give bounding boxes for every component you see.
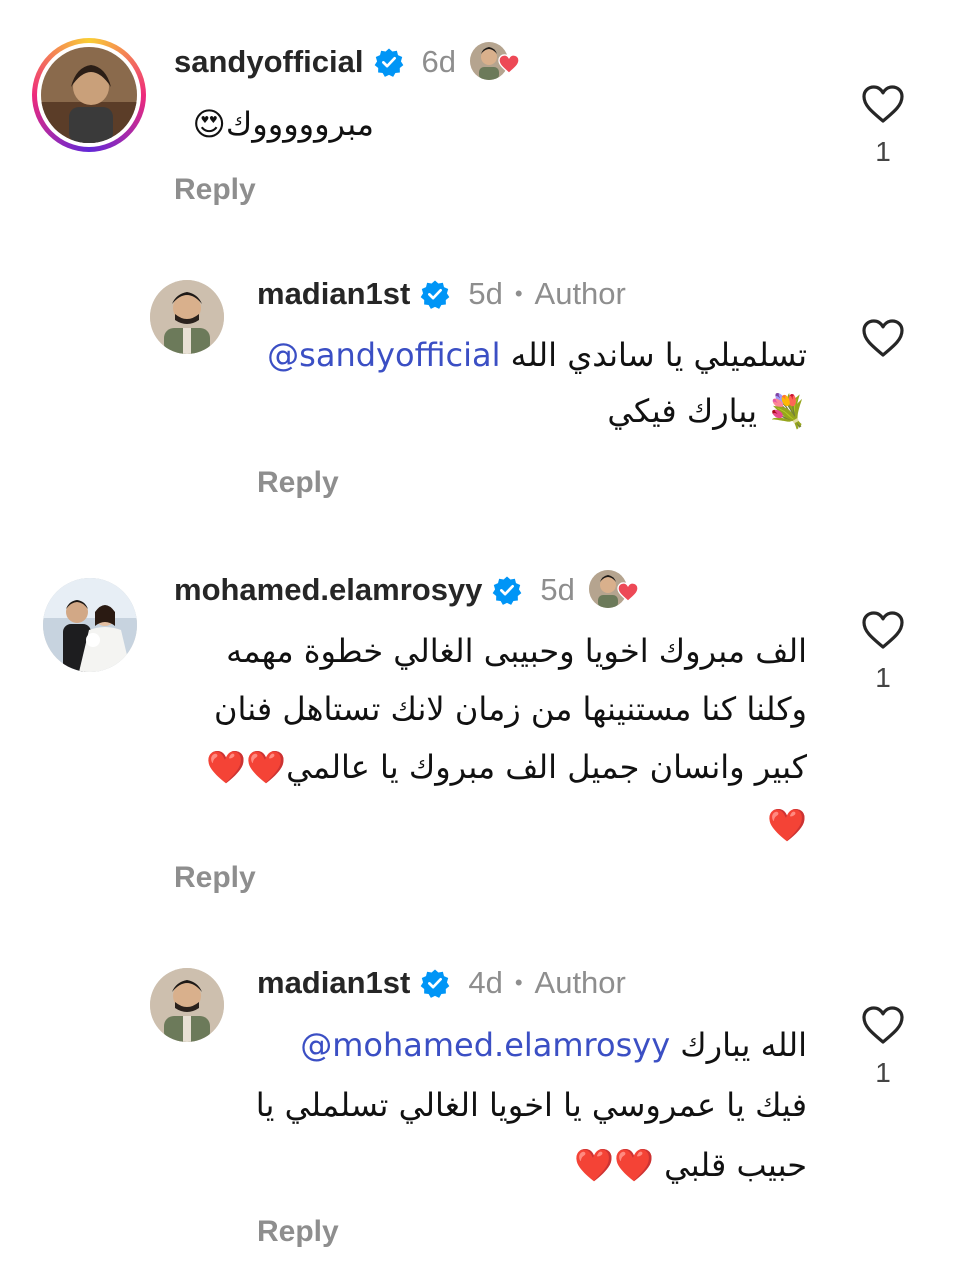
heart-outline-icon[interactable]: [861, 1005, 905, 1045]
comment-text: الله يبارك @mohamed.elamrosyy فيك يا عمر…: [247, 1015, 807, 1195]
comment-time: 4d: [468, 965, 503, 1000]
comment-username[interactable]: sandyofficial: [174, 42, 364, 82]
separator-dot: •: [514, 281, 523, 306]
comment-sandyofficial: sandyofficial 6d مبروووووك😍 Reply 1: [0, 0, 957, 230]
comment-text: الف مبروك اخويا وحبيبى الغالي خطوة مهمه …: [206, 622, 807, 854]
reply-button[interactable]: Reply: [174, 170, 256, 210]
author-liked-badge: [469, 42, 520, 82]
reply-button[interactable]: Reply: [174, 858, 256, 898]
mention-link[interactable]: @sandyofficial: [267, 336, 500, 374]
author-label: Author: [534, 276, 626, 311]
comment-line: حبيب قلبي ❤️❤️: [574, 1146, 807, 1184]
avatar[interactable]: [43, 578, 137, 672]
comment-line: فيك يا عمروسي يا اخويا الغالي تسلملي يا: [255, 1086, 807, 1124]
comment-reply-madian1st: madian1st 5d • Author تسلميلي يا ساندي ا…: [0, 240, 957, 530]
verified-badge-icon: [421, 280, 450, 309]
avatar[interactable]: [150, 968, 224, 1042]
heart-outline-icon[interactable]: [861, 610, 905, 650]
author-label: Author: [534, 965, 626, 1000]
author-liked-heart-icon: [617, 582, 639, 602]
comment-line: الله يبارك @mohamed.elamrosyy: [247, 1015, 807, 1075]
verified-badge-icon: [493, 576, 522, 605]
comment-reply-madian1st: madian1st 4d • Author الله يبارك @mohame…: [0, 930, 957, 1280]
comment-text: تسلميلي يا ساندي الله @sandyofficial 💐 ي…: [247, 327, 807, 439]
verified-badge-icon: [421, 969, 450, 998]
heart-outline-icon[interactable]: [861, 318, 905, 358]
verified-badge-icon: [374, 48, 403, 77]
like-count: 1: [875, 1057, 891, 1088]
comment-line: وكلنا كنا مستنينها من زمان لانك تستاهل ف…: [214, 690, 807, 728]
comment-line-text: تسلميلي يا ساندي الله: [510, 336, 807, 374]
author-liked-heart-icon: [498, 54, 520, 74]
mention-link[interactable]: @mohamed.elamrosyy: [300, 1026, 670, 1064]
reply-button[interactable]: Reply: [257, 463, 339, 503]
comment-time: 6d: [421, 44, 456, 79]
comment-line: تسلميلي يا ساندي الله @sandyofficial: [247, 327, 807, 383]
avatar[interactable]: [150, 280, 224, 354]
comment-line: كبير وانسان جميل الف مبروك يا عالمي❤️❤️: [206, 748, 807, 786]
comment-line: 💐 يبارك فيكي: [607, 392, 807, 430]
comment-line: ❤️: [767, 806, 807, 844]
separator-dot: •: [514, 970, 523, 995]
comment-time: 5d: [540, 572, 575, 607]
comment-text: مبروووووك😍: [14, 96, 374, 152]
like-count: 1: [875, 662, 891, 693]
comment-username[interactable]: madian1st: [257, 274, 410, 314]
comment-username[interactable]: mohamed.elamrosyy: [174, 570, 482, 610]
reply-button[interactable]: Reply: [257, 1212, 339, 1252]
author-liked-badge: [588, 570, 639, 610]
heart-outline-icon[interactable]: [861, 84, 905, 124]
comment-line: الف مبروك اخويا وحبيبى الغالي خطوة مهمه: [226, 632, 807, 670]
comment-line: مبروووووك😍: [192, 105, 374, 143]
comment-time: 5d: [468, 276, 503, 311]
comment-mohamed-elamrosyy: mohamed.elamrosyy 5d الف مبروك اخويا وحب…: [0, 540, 957, 930]
like-count: 1: [875, 136, 891, 167]
comment-username[interactable]: madian1st: [257, 963, 410, 1003]
comment-line-text: الله يبارك: [680, 1026, 807, 1064]
